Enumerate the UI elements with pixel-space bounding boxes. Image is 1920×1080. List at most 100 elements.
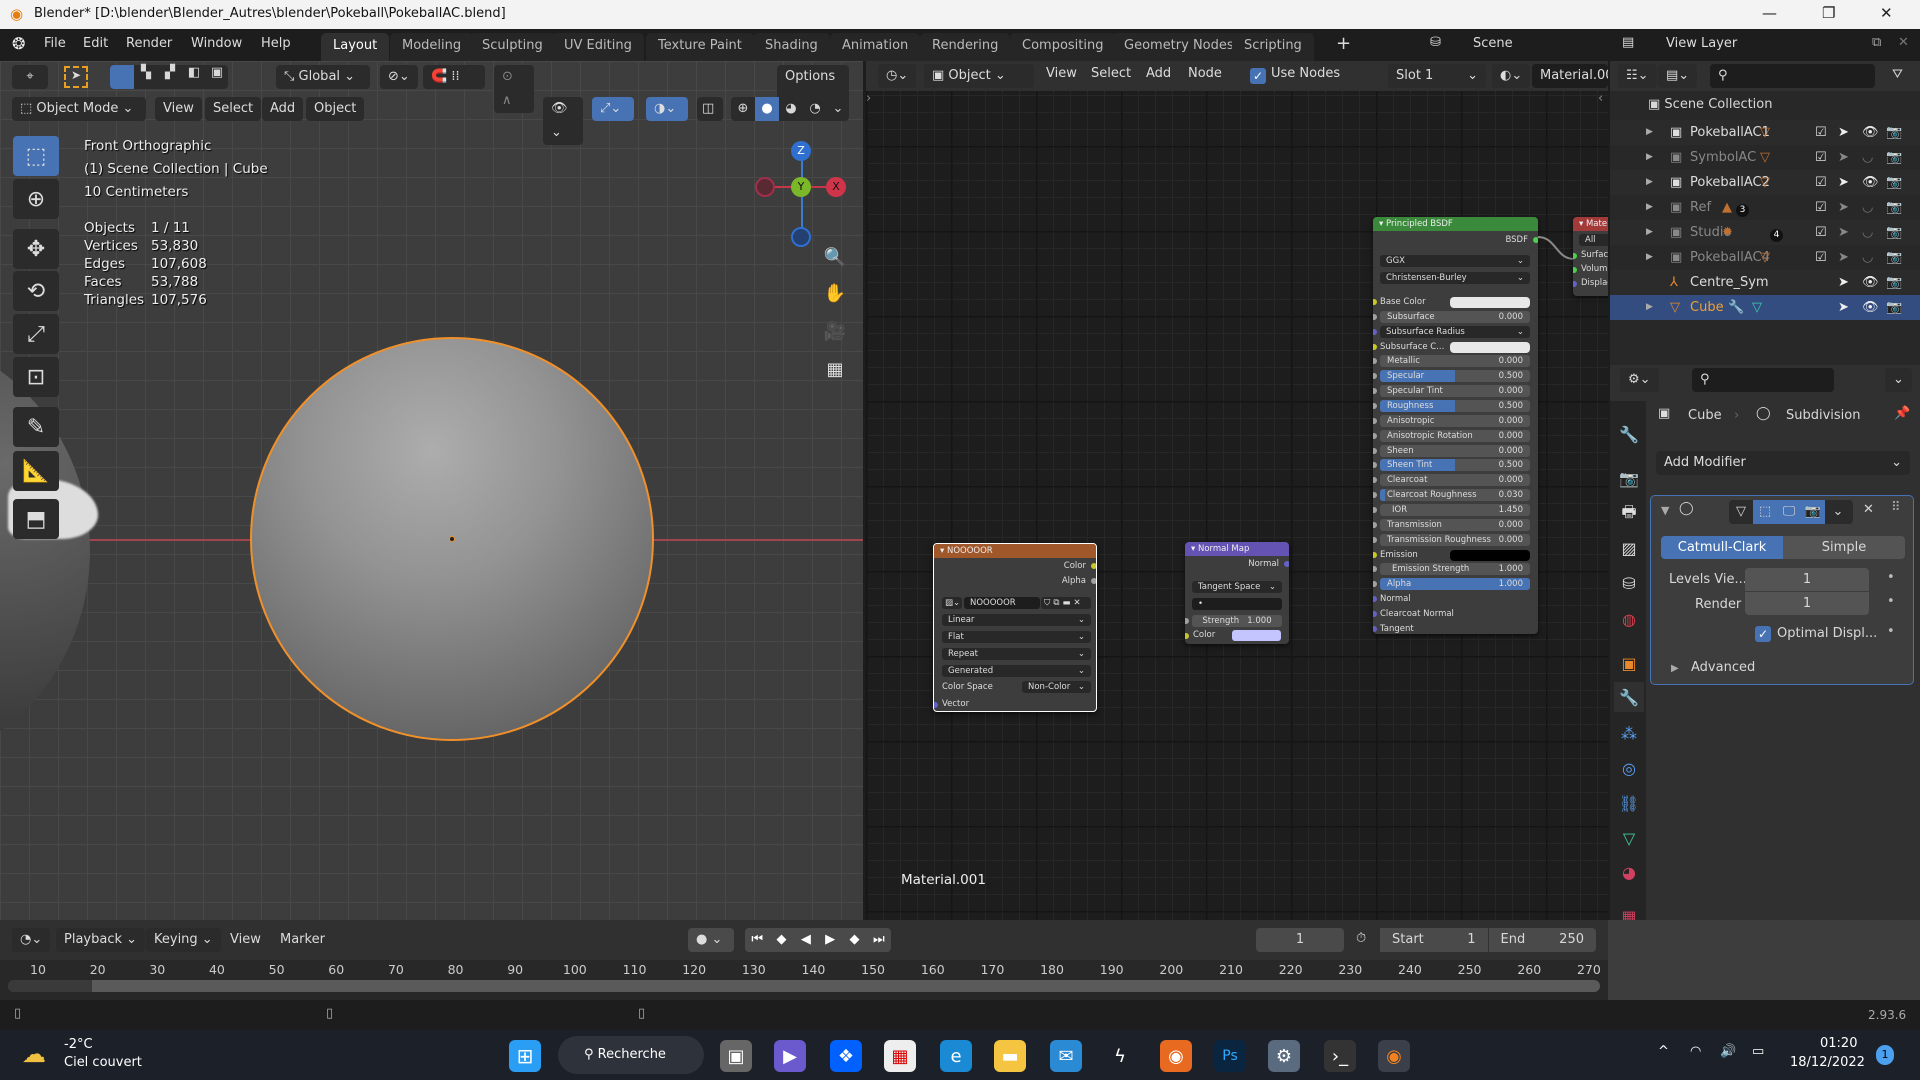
mail-icon[interactable]: ✉: [1050, 1040, 1082, 1072]
input-socket[interactable]: [1373, 388, 1377, 395]
render-levels-field[interactable]: 1: [1745, 592, 1869, 615]
outliner-item[interactable]: ⅄ Centre_Sym ➤ 👁 📷: [1610, 270, 1920, 295]
socket-color[interactable]: [1185, 633, 1189, 639]
input-socket[interactable]: [1373, 581, 1377, 588]
input-socket[interactable]: [1373, 299, 1377, 305]
shading-options-icon[interactable]: ⌄: [827, 97, 849, 121]
selectable-icon[interactable]: ➤: [1838, 270, 1849, 295]
bsdf-input-row[interactable]: Emission: [1373, 549, 1538, 562]
input-socket[interactable]: [1373, 551, 1377, 558]
output-tab-icon[interactable]: 🖶: [1614, 499, 1644, 529]
view-layer-selector[interactable]: View Layer: [1658, 32, 1868, 56]
collapse-icon[interactable]: ▼: [1661, 504, 1669, 517]
socket-alpha[interactable]: [1091, 578, 1096, 584]
select-extend-icon[interactable]: ▚: [134, 65, 158, 89]
image-texture-node[interactable]: ▾ NOOOOOR Color Alpha ▨⌄ NOOOOOR ⛉⧉▬✕ Li…: [933, 543, 1097, 712]
current-frame-field[interactable]: 1: [1256, 928, 1344, 952]
jump-end-icon[interactable]: ⏭: [867, 928, 891, 952]
socket-volume[interactable]: [1573, 267, 1577, 273]
socket-normal-out[interactable]: [1284, 561, 1289, 567]
ortho-toggle-icon[interactable]: ▦: [820, 354, 850, 384]
sidebar-expand-icon[interactable]: ‹: [1598, 91, 1603, 106]
add-modifier-dropdown[interactable]: Add Modifier ⌄: [1656, 451, 1910, 475]
outliner-item[interactable]: ▶ ▽ Cube 🔧 ▽ ➤ 👁 📷: [1610, 295, 1920, 320]
snap-toggle[interactable]: 🧲 ⁞⁞: [423, 65, 485, 89]
bsdf-input-row[interactable]: Alpha 1.000: [1373, 578, 1538, 591]
emission-strength-field[interactable]: Emission Strength 1.000: [1380, 563, 1530, 576]
selectable-icon[interactable]: ➤: [1838, 120, 1849, 145]
menu-render[interactable]: Render: [126, 36, 172, 51]
selectable-icon[interactable]: ➤: [1838, 195, 1849, 220]
source-dropdown[interactable]: Generated ⌄: [942, 665, 1091, 677]
weather-icon[interactable]: ☁: [22, 1040, 46, 1068]
blender-menu-icon[interactable]: ❂: [12, 34, 25, 53]
render-toggle-icon[interactable]: 📷: [1801, 500, 1825, 524]
selectable-icon[interactable]: ➤: [1838, 170, 1849, 195]
rendered-shading-icon[interactable]: ◔: [803, 97, 827, 121]
space-dropdown[interactable]: Tangent Space ⌄: [1192, 581, 1282, 593]
image-browse-icon[interactable]: ▨⌄: [942, 597, 962, 609]
jump-start-icon[interactable]: ⏮: [745, 928, 769, 952]
tab-compositing[interactable]: Compositing: [1010, 33, 1116, 61]
subsurface-radius-dropdown[interactable]: Subsurface Radius ⌄: [1380, 325, 1530, 338]
tab-shading[interactable]: Shading: [753, 33, 830, 61]
render-camera-icon[interactable]: 📷: [1886, 120, 1902, 145]
selectable-icon[interactable]: ➤: [1838, 145, 1849, 170]
menu-add[interactable]: Add: [1146, 66, 1171, 81]
gizmo-x-axis[interactable]: X: [826, 177, 846, 197]
expand-arrow-icon[interactable]: ▶: [1646, 195, 1653, 220]
tool-scale[interactable]: ⤢: [13, 314, 59, 354]
search-button[interactable]: ⚲ Recherche: [558, 1036, 704, 1074]
menu-edit[interactable]: Edit: [83, 36, 108, 51]
socket-displacement[interactable]: [1573, 281, 1577, 287]
outliner-item[interactable]: ▶ ▣ Studio ✹ 4 ☑ ➤ ◡ 📷: [1610, 220, 1920, 245]
projection-dropdown[interactable]: Flat ⌄: [942, 631, 1091, 643]
remove-view-layer-icon[interactable]: ✕: [1898, 35, 1909, 50]
tab-uv-editing[interactable]: UV Editing: [552, 33, 644, 61]
eye-icon[interactable]: 👁: [1862, 120, 1879, 145]
exclude-checkbox[interactable]: ☑: [1815, 245, 1827, 270]
strength-field[interactable]: Strength 1.000: [1192, 615, 1282, 627]
expand-icon[interactable]: ▶: [1671, 663, 1679, 674]
scene-collection[interactable]: ▣ Scene Collection: [1648, 97, 1773, 112]
menu-window[interactable]: Window: [191, 36, 242, 51]
menu-marker[interactable]: Marker: [280, 932, 325, 947]
tab-texture-paint[interactable]: Texture Paint: [646, 33, 754, 61]
select-intersect-icon[interactable]: ▣: [206, 65, 228, 89]
outliner-search[interactable]: ⚲: [1710, 64, 1875, 88]
method-simple[interactable]: Simple: [1783, 536, 1905, 559]
tab-modeling[interactable]: Modeling: [390, 33, 474, 61]
bsdf-input-row[interactable]: Roughness 0.500: [1373, 400, 1538, 413]
exclude-checkbox[interactable]: ☑: [1815, 195, 1827, 220]
node-header[interactable]: ▾ NOOOOOR: [934, 544, 1096, 558]
expand-arrow-icon[interactable]: ▶: [1646, 120, 1653, 145]
keyframe-dot-icon[interactable]: •: [1887, 624, 1895, 639]
editor-type-icon[interactable]: ⚙⌄: [1620, 368, 1659, 392]
node-header[interactable]: ▾ Normal Map: [1185, 542, 1289, 556]
wireframe-shading-icon[interactable]: ⊕: [731, 97, 755, 121]
uv-map-field[interactable]: •: [1192, 598, 1282, 610]
input-socket[interactable]: [1373, 507, 1377, 514]
anisotropic-rotation-field[interactable]: Anisotropic Rotation 0.000: [1380, 429, 1530, 442]
menu-file[interactable]: File: [44, 36, 66, 51]
keyframe-dot-icon[interactable]: •: [1887, 570, 1895, 585]
tool-annotate[interactable]: ✎: [13, 407, 59, 447]
show-hidden-icons[interactable]: ^: [1658, 1044, 1669, 1059]
bsdf-input-row[interactable]: Metallic 0.000: [1373, 355, 1538, 368]
3d-viewport[interactable]: ⌖ ➤ ▚ ▞ ◧ ▣ ⤡ Global ⌄ ⊘⌄ 🧲 ⁞⁞ ⊙ ∧ Optio…: [0, 61, 863, 920]
eye-closed-icon[interactable]: ◡: [1862, 245, 1873, 270]
material-shading-icon[interactable]: ◕: [779, 97, 803, 121]
dropbox-icon[interactable]: ❖: [830, 1040, 862, 1072]
subsurface-c--color-swatch[interactable]: [1450, 341, 1530, 353]
select-subtract-icon[interactable]: ▞: [158, 65, 182, 89]
expand-arrow-icon[interactable]: ▶: [1646, 145, 1653, 170]
image-name-field[interactable]: NOOOOOR: [964, 597, 1040, 609]
material-browse-icon[interactable]: ◐⌄: [1492, 64, 1530, 88]
scene-tab-icon[interactable]: ⛁: [1614, 568, 1644, 598]
editor-type-icon[interactable]: ⌖: [12, 65, 48, 89]
file-explorer-icon[interactable]: ▬: [994, 1040, 1026, 1072]
subsurface-field[interactable]: Subsurface 0.000: [1380, 310, 1530, 323]
remove-modifier-icon[interactable]: ✕: [1863, 502, 1874, 517]
slot-dropdown[interactable]: Slot 1 ⌄: [1388, 64, 1486, 88]
input-socket[interactable]: [1373, 313, 1377, 320]
